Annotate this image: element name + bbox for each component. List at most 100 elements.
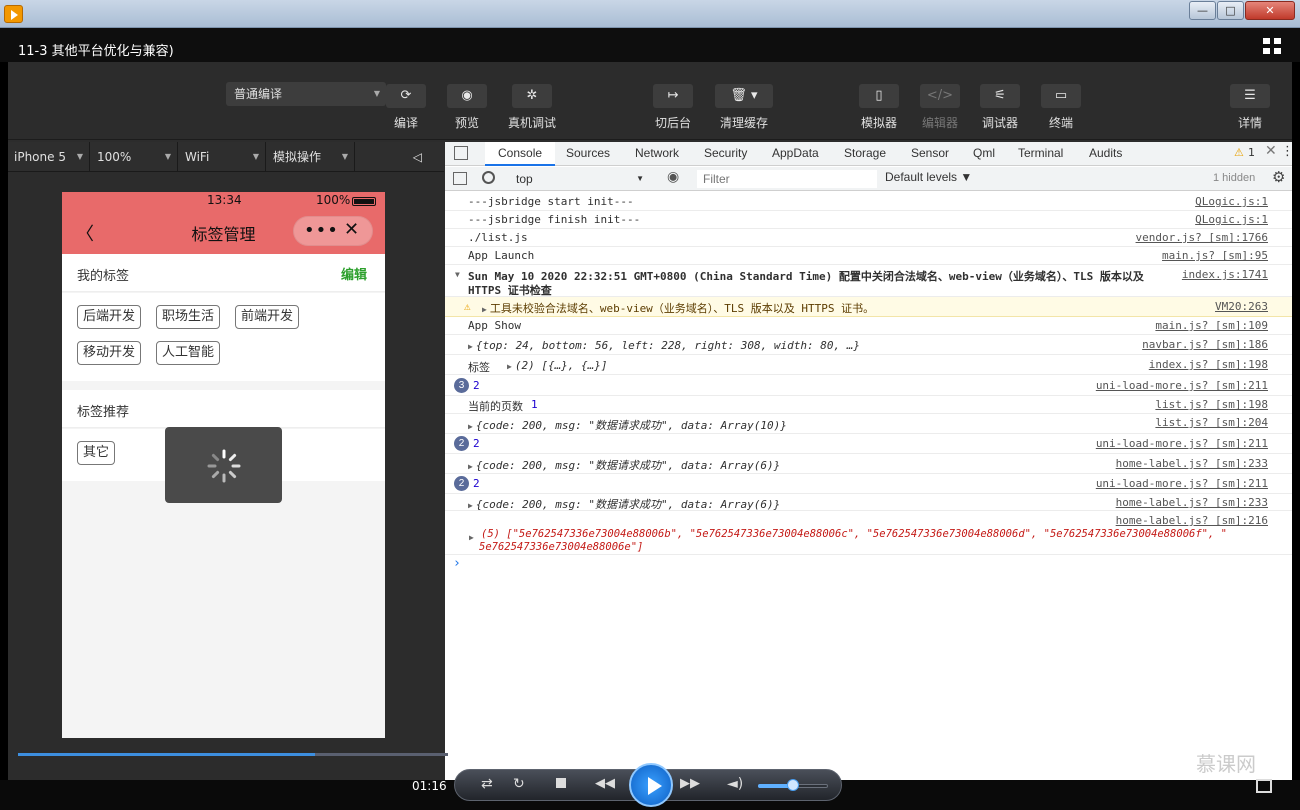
log-source-link[interactable]: uni-load-more.js? [sm]:211 [1096,437,1268,450]
zoom-select[interactable]: 100% ▼ [91,142,178,172]
log-source-link[interactable]: navbar.js? [sm]:186 [1142,338,1268,351]
log-row[interactable]: ▶ {code: 200, msg: "数据请求成功", data: Array(… [445,494,1292,511]
console-prompt-row[interactable]: › [445,555,1292,573]
fast-forward-icon[interactable]: ▶▶ [680,776,700,791]
tab-network[interactable]: Network [635,142,679,166]
tag-chip[interactable]: 职场生活 [156,305,221,329]
tab-terminal[interactable]: Terminal [1018,142,1063,166]
layout-grid-icon[interactable] [1263,38,1281,54]
sidebar-toggle-icon[interactable] [453,172,467,185]
preview-label: 预览 [454,116,479,130]
nav-bar: 〈 标签管理 ••• ✕ [62,210,385,254]
log-source-link[interactable]: home-label.js? [sm]:216 [1116,514,1268,527]
more-vertical-icon[interactable]: ⋮ [1281,144,1294,159]
log-row[interactable]: ▶ {code: 200, msg: "数据请求成功", data: Array(… [445,454,1292,474]
log-row[interactable]: ▶ {code: 200, msg: "数据请求成功", data: Array(… [445,414,1292,434]
device-select[interactable]: iPhone 5 ▼ [8,142,90,172]
gear-icon[interactable]: ⚙ [1272,168,1285,186]
tab-sensor[interactable]: Sensor [911,142,949,166]
console-prompt[interactable]: › [453,556,461,571]
log-source-link[interactable]: home-label.js? [sm]:233 [1116,457,1268,470]
eye-icon[interactable]: ◉ [667,169,679,185]
clear-console-icon[interactable] [482,171,495,184]
compile-mode-select[interactable]: 普通编译 ▼ [226,82,386,106]
log-source-link[interactable]: home-label.js? [sm]:233 [1116,496,1268,509]
clear-cache-button[interactable]: 🗑 ▾ 清理缓存 [712,84,776,131]
tag-chip[interactable]: 人工智能 [156,341,221,365]
editor-toggle-button[interactable]: </> 编辑器 [908,84,972,131]
log-levels-select[interactable]: Default levels ▼ [885,170,972,184]
maximize-button[interactable]: □ [1217,1,1244,20]
log-source-link[interactable]: index.js:1741 [1182,268,1268,281]
tag-chip[interactable]: 移动开发 [77,341,142,365]
shuffle-icon[interactable]: ⇄ [481,776,493,792]
rewind-icon[interactable]: ◀◀ [595,776,615,791]
expanded-triangle-icon[interactable]: ▼ [455,270,460,279]
collapsed-triangle-icon[interactable]: ▶ [482,305,487,314]
network-select[interactable]: WiFi ▼ [179,142,266,172]
log-source-link[interactable]: VM20:263 [1215,300,1268,313]
caret-down-icon: ▼ [341,152,348,161]
close-icon[interactable]: ✕ [344,219,359,240]
real-device-debug-button[interactable]: ✲ 真机调试 [500,84,564,131]
collapsed-triangle-icon[interactable]: ▶ [468,501,473,510]
log-row[interactable]: 标签 ▶ (2) [{…}, {…}] index.js? [sm]:198 [445,355,1292,375]
collapsed-triangle-icon[interactable]: ▶ [507,362,512,371]
log-source-link[interactable]: uni-load-more.js? [sm]:211 [1096,477,1268,490]
debugger-toggle-button[interactable]: ⚟ 调试器 [968,84,1032,131]
bug-icon: ✲ [512,84,552,108]
volume-knob[interactable] [787,779,799,791]
stop-icon[interactable] [556,778,566,788]
log-source-link[interactable]: index.js? [sm]:198 [1149,358,1268,371]
edit-button[interactable]: 编辑 [341,264,367,283]
simulate-operation-select[interactable]: 模拟操作 ▼ [267,142,355,172]
tab-appdata[interactable]: AppData [772,142,819,166]
warning-message: ▶ 工具未校验合法域名、web-view（业务域名）、TLS 版本以及 HTTPS… [482,302,875,315]
tab-sources[interactable]: Sources [566,142,610,166]
repeat-icon[interactable]: ↻ [513,776,525,792]
warning-icon[interactable]: ⚠ [1234,146,1244,159]
tab-qml[interactable]: Qml [973,142,995,166]
log-source-link[interactable]: uni-load-more.js? [sm]:211 [1096,379,1268,392]
close-devtools-icon[interactable]: ✕ [1265,143,1277,159]
compile-button[interactable]: ⟳ 编译 [374,84,438,131]
log-source-link[interactable]: QLogic.js:1 [1195,213,1268,226]
tab-storage[interactable]: Storage [844,142,886,166]
log-source-link[interactable]: QLogic.js:1 [1195,195,1268,208]
terminal-button[interactable]: ▭ 终端 [1029,84,1093,131]
collapsed-triangle-icon[interactable]: ▶ [468,342,473,351]
details-button[interactable]: ☰ 详情 [1218,84,1282,131]
log-row[interactable]: home-label.js? [sm]:216 ▶ (5) ["5e762547… [445,511,1292,555]
window-titlebar [0,0,1300,28]
minimize-button[interactable]: — [1189,1,1216,20]
preview-button[interactable]: ◉ 预览 [435,84,499,131]
close-window-button[interactable]: ✕ [1245,1,1295,20]
log-row[interactable]: ▶ {top: 24, bottom: 56, left: 228, right:… [445,335,1292,355]
collapsed-triangle-icon[interactable]: ▶ [468,422,473,431]
context-select[interactable]: top ▼ [510,169,650,189]
simulator-toggle-button[interactable]: ▯ 模拟器 [847,84,911,131]
log-row: 当前的页数 1 list.js? [sm]:198 [445,396,1292,414]
collapsed-triangle-icon[interactable]: ▶ [469,533,474,542]
tag-chip[interactable]: 前端开发 [235,305,300,329]
volume-icon[interactable]: ◄) [727,776,743,792]
log-group-row[interactable]: ▼ Sun May 10 2020 22:32:51 GMT+0800 (Chi… [445,265,1292,297]
tab-audits[interactable]: Audits [1089,142,1122,166]
log-source-link[interactable]: list.js? [sm]:198 [1155,398,1268,411]
log-source-link[interactable]: vendor.js? [sm]:1766 [1136,231,1268,244]
tag-chip[interactable]: 后端开发 [77,305,142,329]
tab-console[interactable]: Console [485,142,556,166]
log-source-link[interactable]: main.js? [sm]:109 [1155,319,1268,332]
collapsed-triangle-icon[interactable]: ▶ [468,462,473,471]
expand-icon[interactable] [1256,779,1272,793]
background-button[interactable]: ↦ 切后台 [641,84,705,131]
inspect-element-icon[interactable] [454,146,468,160]
log-source-link[interactable]: list.js? [sm]:204 [1155,416,1268,429]
log-source-link[interactable]: main.js? [sm]:95 [1162,249,1268,262]
tag-chip[interactable]: 其它 [77,441,116,465]
play-button[interactable] [629,763,673,807]
console-filter-input[interactable] [697,170,877,188]
more-dots-icon[interactable]: ••• [304,220,339,241]
tab-security[interactable]: Security [704,142,747,166]
volume-toggle[interactable]: ◁ [356,142,444,172]
